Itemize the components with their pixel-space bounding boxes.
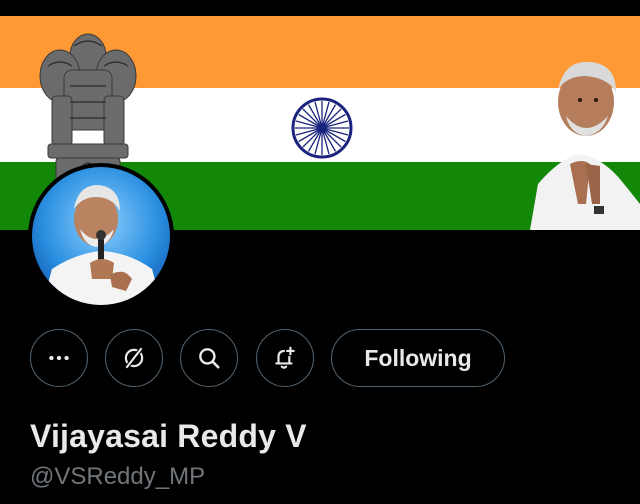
avatar-image: [32, 167, 170, 305]
search-icon: [199, 348, 220, 369]
banner-portrait-image: [530, 61, 640, 230]
search-profile-button[interactable]: [180, 329, 238, 387]
profile-display-name: Vijayasai Reddy V: [30, 418, 307, 454]
notifications-button[interactable]: [256, 329, 314, 387]
grok-button[interactable]: [105, 329, 163, 387]
following-button[interactable]: Following: [331, 329, 505, 387]
more-dots-icon: [49, 355, 69, 361]
ashoka-chakra-icon: [291, 97, 353, 159]
bell-add-icon: [275, 346, 295, 369]
more-options-button[interactable]: [30, 329, 88, 387]
profile-avatar[interactable]: [28, 163, 174, 309]
profile-handle: @VSReddy_MP: [30, 463, 206, 490]
top-strip: [0, 0, 640, 16]
grok-slash-icon: [124, 346, 144, 370]
